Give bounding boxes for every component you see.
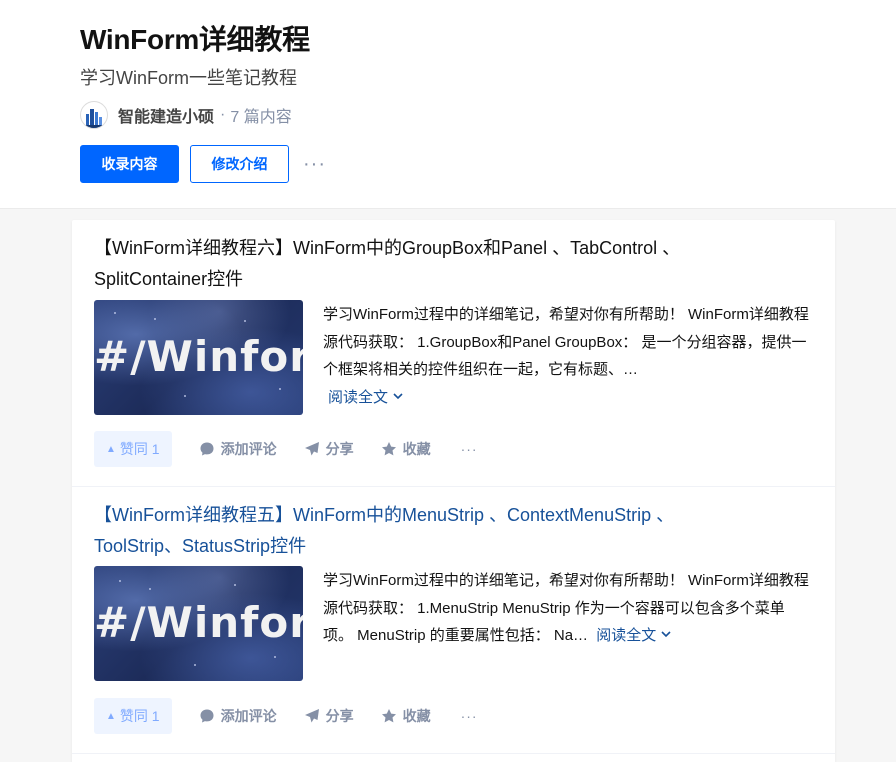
comment-bubble-icon bbox=[200, 709, 214, 723]
read-more-label: 阅读全文 bbox=[328, 388, 389, 406]
upvote-label: 赞同 1 bbox=[119, 441, 160, 457]
favorite-button[interactable]: 收藏 bbox=[381, 439, 431, 459]
list-item: 【WinForm详细教程六】WinForm中的GroupBox和Panel 、T… bbox=[72, 220, 835, 486]
upvote-triangle-icon: ▲ bbox=[106, 443, 116, 455]
add-comment-label: 添加评论 bbox=[220, 708, 277, 724]
thumbnail-text: #/Winfor bbox=[94, 598, 303, 647]
upvote-button[interactable]: ▲ 赞同 1 bbox=[94, 698, 172, 734]
read-more-label: 阅读全文 bbox=[596, 627, 657, 644]
article-more-icon[interactable]: ··· bbox=[461, 441, 478, 457]
collect-content-button[interactable]: 收录内容 bbox=[80, 145, 179, 183]
avatar[interactable] bbox=[80, 101, 108, 129]
share-label: 分享 bbox=[325, 708, 354, 724]
column-header: WinForm详细教程 学习WinForm一些笔记教程 智能建造小硕 · 7 篇… bbox=[0, 0, 896, 209]
more-options-icon[interactable]: ··· bbox=[303, 153, 326, 176]
favorite-label: 收藏 bbox=[402, 441, 431, 457]
column-description: 学习WinForm一些笔记教程 bbox=[80, 68, 297, 88]
thumbnail-text: #/Winfor bbox=[94, 332, 303, 381]
star-icon bbox=[381, 709, 396, 723]
excerpt-text: 学习WinForm过程中的详细笔记，希望对你有所帮助！ WinForm详细教程源… bbox=[323, 572, 809, 644]
article-actions: ▲ 赞同 1 添加评论 分享 收藏 ··· bbox=[94, 698, 478, 734]
share-button[interactable]: 分享 bbox=[304, 439, 354, 459]
star-icon bbox=[381, 442, 396, 456]
read-more-link[interactable]: 阅读全文 bbox=[596, 627, 672, 644]
list-item: 【WinForm详细教程五】WinForm中的MenuStrip 、Contex… bbox=[72, 487, 835, 753]
author-name[interactable]: 智能建造小硕 bbox=[118, 103, 214, 127]
article-more-icon[interactable]: ··· bbox=[461, 708, 478, 724]
add-comment-button[interactable]: 添加评论 bbox=[199, 706, 277, 726]
comment-bubble-icon bbox=[200, 442, 214, 456]
upvote-button[interactable]: ▲ 赞同 1 bbox=[94, 431, 172, 467]
paper-plane-icon bbox=[304, 709, 319, 723]
article-list: 【WinForm详细教程六】WinForm中的GroupBox和Panel 、T… bbox=[72, 220, 835, 762]
upvote-triangle-icon: ▲ bbox=[106, 710, 116, 722]
paper-plane-icon bbox=[304, 442, 319, 456]
author-separator: · bbox=[220, 106, 226, 123]
add-comment-button[interactable]: 添加评论 bbox=[199, 439, 277, 459]
share-label: 分享 bbox=[325, 441, 354, 457]
divider bbox=[72, 753, 835, 754]
column-title: WinForm详细教程 bbox=[80, 24, 310, 55]
header-actions: 收录内容 修改介绍 ··· bbox=[80, 145, 326, 183]
article-excerpt: 学习WinForm过程中的详细笔记，希望对你有所帮助！ WinForm详细教程源… bbox=[323, 301, 813, 411]
add-comment-label: 添加评论 bbox=[220, 441, 277, 457]
chevron-down-icon bbox=[661, 631, 671, 638]
article-thumbnail[interactable]: #/Winfor bbox=[94, 566, 303, 681]
article-count: 7 篇内容 bbox=[230, 109, 292, 126]
favorite-button[interactable]: 收藏 bbox=[381, 706, 431, 726]
edit-intro-button[interactable]: 修改介绍 bbox=[190, 145, 289, 183]
upvote-label: 赞同 1 bbox=[119, 708, 160, 724]
excerpt-text: 学习WinForm过程中的详细笔记，希望对你有所帮助！ WinForm详细教程源… bbox=[323, 306, 809, 378]
article-thumbnail[interactable]: #/Winfor bbox=[94, 300, 303, 415]
article-actions: ▲ 赞同 1 添加评论 分享 收藏 ··· bbox=[94, 431, 478, 467]
share-button[interactable]: 分享 bbox=[304, 706, 354, 726]
article-excerpt: 学习WinForm过程中的详细笔记，希望对你有所帮助！ WinForm详细教程源… bbox=[323, 567, 813, 650]
chevron-down-icon bbox=[393, 392, 403, 399]
building-logo-icon bbox=[84, 109, 104, 128]
author-row: 智能建造小硕 · 7 篇内容 bbox=[80, 101, 292, 129]
article-title[interactable]: 【WinForm详细教程五】WinForm中的MenuStrip 、Contex… bbox=[94, 500, 754, 562]
article-title[interactable]: 【WinForm详细教程六】WinForm中的GroupBox和Panel 、T… bbox=[94, 233, 754, 295]
favorite-label: 收藏 bbox=[402, 708, 431, 724]
read-more-link[interactable]: 阅读全文 bbox=[328, 389, 404, 406]
